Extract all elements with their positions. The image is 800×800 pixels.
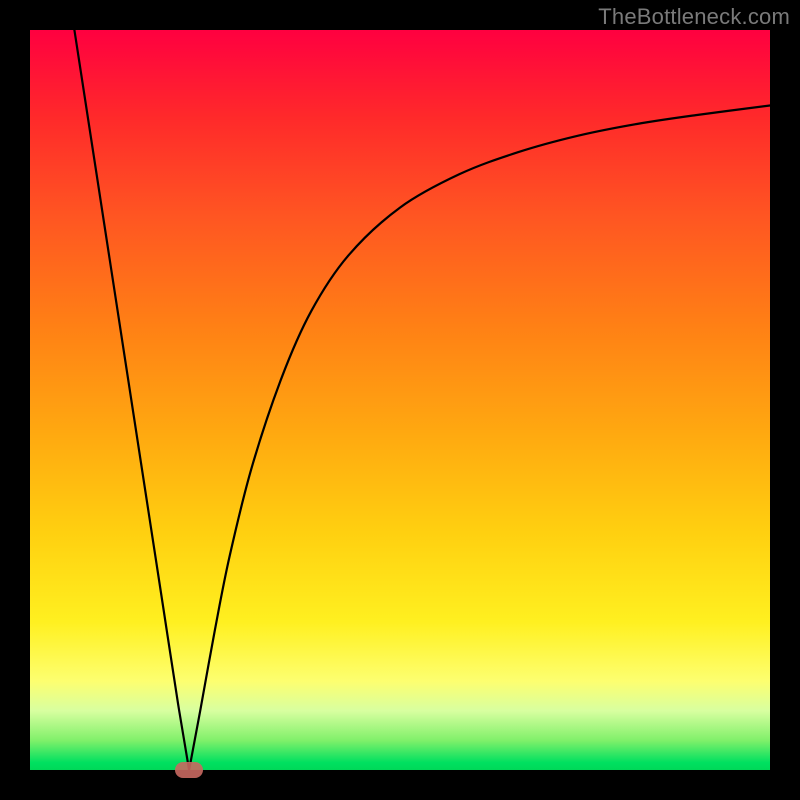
- plot-area: [30, 30, 770, 770]
- gradient-background: [30, 30, 770, 770]
- chart-frame: TheBottleneck.com: [0, 0, 800, 800]
- watermark-text: TheBottleneck.com: [598, 4, 790, 30]
- vertex-marker: [175, 762, 203, 778]
